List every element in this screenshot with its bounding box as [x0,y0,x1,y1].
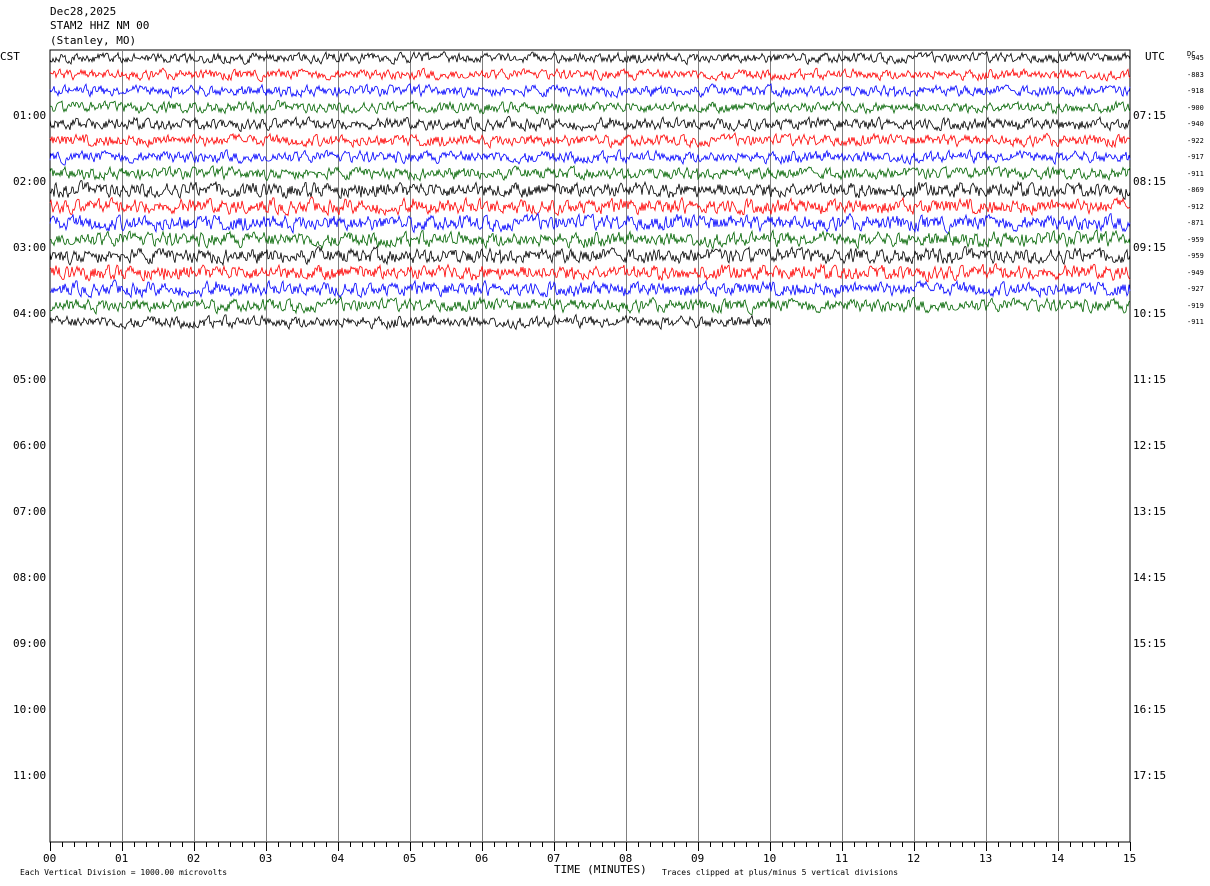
x-tick-label: 01 [115,852,129,865]
seismic-trace [49,262,1131,283]
x-tick-label: 04 [331,852,345,865]
seismic-trace [49,165,1131,182]
x-tick-label: 13 [979,852,993,865]
x-tick-label: 03 [259,852,273,865]
dc-offset-value: -927 [1187,285,1204,293]
left-hour-label: 06:00 [13,439,47,452]
right-hour-label: 12:15 [1133,439,1167,452]
clip-note: Traces clipped at plus/minus 5 vertical … [662,868,899,877]
dc-offset-value: -959 [1187,252,1204,260]
seismic-trace [49,99,1131,115]
left-hour-label: 09:00 [13,637,47,650]
dc-offset-value: -911 [1187,169,1204,178]
dc-offset-value: -869 [1187,186,1204,194]
x-tick-label: 00 [43,852,57,865]
right-hour-label: 14:15 [1133,571,1167,584]
seismic-trace [49,148,1131,166]
dc-offset-value: -945 [1187,54,1204,62]
x-tick-label: 14 [1051,852,1065,865]
dc-offset-value: -912 [1187,202,1204,211]
left-hour-label: 02:00 [13,175,47,188]
right-hour-label: 15:15 [1133,637,1167,650]
x-tick-label: 12 [907,852,921,865]
seismic-trace [49,132,1131,150]
left-hour-label: 07:00 [13,505,47,518]
x-tick-label: 10 [763,852,777,865]
dc-offset-value: -919 [1187,301,1204,310]
dc-offset-value: -883 [1187,70,1204,79]
seismic-trace [49,211,1131,235]
seismic-trace [49,228,1131,250]
left-hour-label: 04:00 [13,307,47,320]
seismic-trace [49,50,1131,66]
x-tick-label: 02 [187,852,201,865]
x-axis-title: TIME (MINUTES) [554,863,647,876]
seismic-trace [49,245,1131,267]
dc-offset-value: -917 [1187,153,1204,161]
right-hour-label: 13:15 [1133,505,1167,518]
right-hour-label: 10:15 [1133,307,1167,320]
left-hour-label: 11:00 [13,769,47,782]
dc-offset-value: -949 [1187,268,1204,277]
x-tick-label: 06 [475,852,489,865]
x-tick-label: 09 [691,852,705,865]
left-hour-label: 05:00 [13,373,47,386]
seismic-trace [49,279,1131,299]
right-hour-label: 16:15 [1133,703,1167,716]
dc-offset-value: -959 [1187,235,1204,244]
x-tick-label: 15 [1123,852,1137,865]
x-tick-label: 05 [403,852,417,865]
vertical-division-note: Each Vertical Division = 1000.00 microvo… [20,868,228,877]
right-hour-label: 08:15 [1133,175,1167,188]
seismic-trace [49,115,1131,133]
left-hour-label: 08:00 [13,571,47,584]
dc-offset-value: -918 [1187,87,1204,95]
dc-offset-value: -911 [1187,318,1204,326]
seismic-trace [49,179,1131,201]
dc-offset-value: -940 [1187,120,1204,128]
seismic-trace [49,67,1131,82]
right-hour-label: 07:15 [1133,109,1167,122]
dc-offset-value: -871 [1187,219,1204,227]
dc-offset-value: -922 [1187,136,1204,145]
left-hour-label: 01:00 [13,109,47,122]
dc-offset-value: -900 [1187,103,1204,112]
plot-frame [49,49,1131,843]
seismic-trace [49,196,1131,217]
helicorder-plot [49,49,1131,851]
right-hour-label: 17:15 [1133,769,1167,782]
x-tick-label: 11 [835,852,849,865]
right-hour-label: 09:15 [1133,241,1167,254]
seismic-trace [49,295,1131,316]
left-hour-label: 03:00 [13,241,47,254]
seismic-trace [49,83,1131,99]
right-hour-label: 11:15 [1133,373,1167,386]
left-hour-label: 10:00 [13,703,47,716]
